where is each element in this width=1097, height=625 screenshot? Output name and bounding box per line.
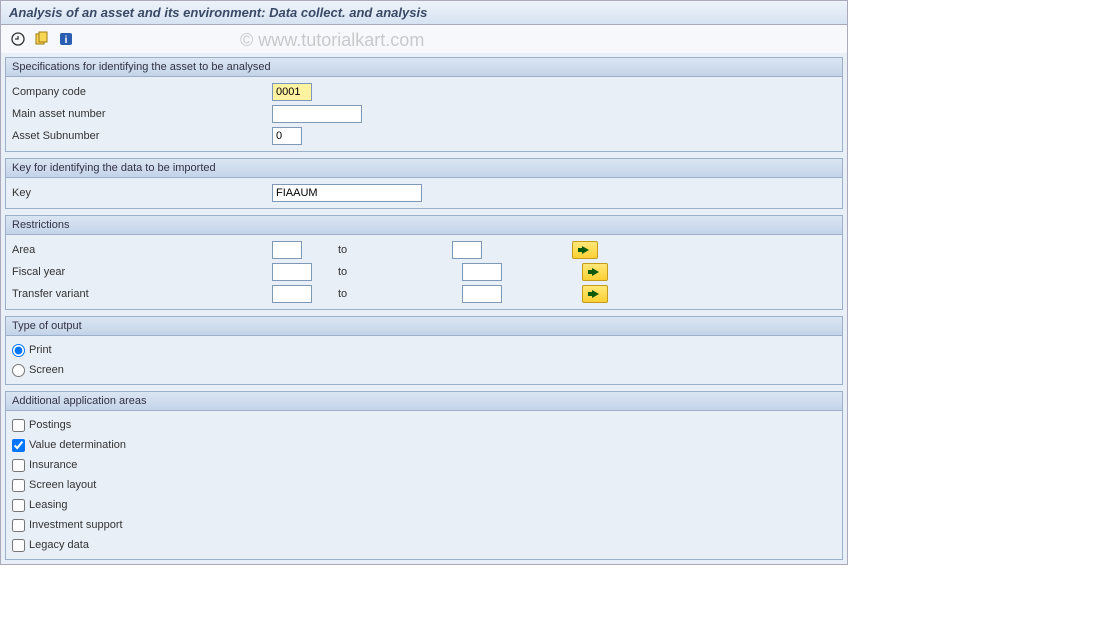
asset-subnumber-label: Asset Subnumber	[12, 130, 272, 142]
content: Specifications for identifying the asset…	[1, 53, 847, 564]
insurance-label: Insurance	[29, 459, 77, 471]
group-asset-spec-title: Specifications for identifying the asset…	[6, 58, 842, 77]
toolbar: i	[1, 25, 847, 53]
group-output-type: Type of output Print Screen	[5, 316, 843, 385]
asset-subnumber-input[interactable]	[272, 127, 302, 145]
key-label: Key	[12, 187, 272, 199]
group-restrictions-title: Restrictions	[6, 216, 842, 235]
fiscal-year-label: Fiscal year	[12, 266, 272, 278]
arrow-right-icon	[592, 290, 599, 298]
screen-radio[interactable]	[12, 364, 25, 377]
leasing-checkbox[interactable]	[12, 499, 25, 512]
investment-support-checkbox[interactable]	[12, 519, 25, 532]
main-asset-input[interactable]	[272, 105, 362, 123]
group-additional-areas: Additional application areas Postings Va…	[5, 391, 843, 560]
main-asset-label: Main asset number	[12, 108, 272, 120]
fiscal-year-from-input[interactable]	[272, 263, 312, 281]
group-restrictions: Restrictions Area to Fiscal year to	[5, 215, 843, 310]
legacy-data-label: Legacy data	[29, 539, 89, 551]
info-icon[interactable]: i	[57, 30, 75, 48]
area-multi-select-button[interactable]	[572, 241, 598, 259]
to-label: to	[302, 244, 452, 256]
postings-label: Postings	[29, 419, 71, 431]
to-label: to	[312, 288, 462, 300]
fiscal-year-to-input[interactable]	[462, 263, 502, 281]
group-output-type-title: Type of output	[6, 317, 842, 336]
to-label: to	[312, 266, 462, 278]
arrow-right-icon	[582, 246, 589, 254]
group-key-title: Key for identifying the data to be impor…	[6, 159, 842, 178]
value-determination-label: Value determination	[29, 439, 126, 451]
group-asset-spec: Specifications for identifying the asset…	[5, 57, 843, 152]
transfer-variant-multi-select-button[interactable]	[582, 285, 608, 303]
legacy-data-checkbox[interactable]	[12, 539, 25, 552]
investment-support-label: Investment support	[29, 519, 123, 531]
insurance-checkbox[interactable]	[12, 459, 25, 472]
page-title: Analysis of an asset and its environment…	[1, 1, 847, 25]
value-determination-checkbox[interactable]	[12, 439, 25, 452]
print-label: Print	[29, 344, 52, 356]
transfer-variant-from-input[interactable]	[272, 285, 312, 303]
fiscal-year-multi-select-button[interactable]	[582, 263, 608, 281]
company-code-label: Company code	[12, 86, 272, 98]
group-key: Key for identifying the data to be impor…	[5, 158, 843, 209]
screen-label: Screen	[29, 364, 64, 376]
screen-layout-checkbox[interactable]	[12, 479, 25, 492]
area-to-input[interactable]	[452, 241, 482, 259]
screen-layout-label: Screen layout	[29, 479, 96, 491]
group-additional-areas-title: Additional application areas	[6, 392, 842, 411]
leasing-label: Leasing	[29, 499, 68, 511]
company-code-input[interactable]	[272, 83, 312, 101]
area-label: Area	[12, 244, 272, 256]
postings-checkbox[interactable]	[12, 419, 25, 432]
arrow-right-icon	[592, 268, 599, 276]
transfer-variant-label: Transfer variant	[12, 288, 272, 300]
area-from-input[interactable]	[272, 241, 302, 259]
transfer-variant-to-input[interactable]	[462, 285, 502, 303]
svg-text:i: i	[65, 35, 68, 46]
key-input[interactable]	[272, 184, 422, 202]
execute-icon[interactable]	[9, 30, 27, 48]
variant-icon[interactable]	[33, 30, 51, 48]
print-radio[interactable]	[12, 344, 25, 357]
app-window: Analysis of an asset and its environment…	[0, 0, 848, 565]
